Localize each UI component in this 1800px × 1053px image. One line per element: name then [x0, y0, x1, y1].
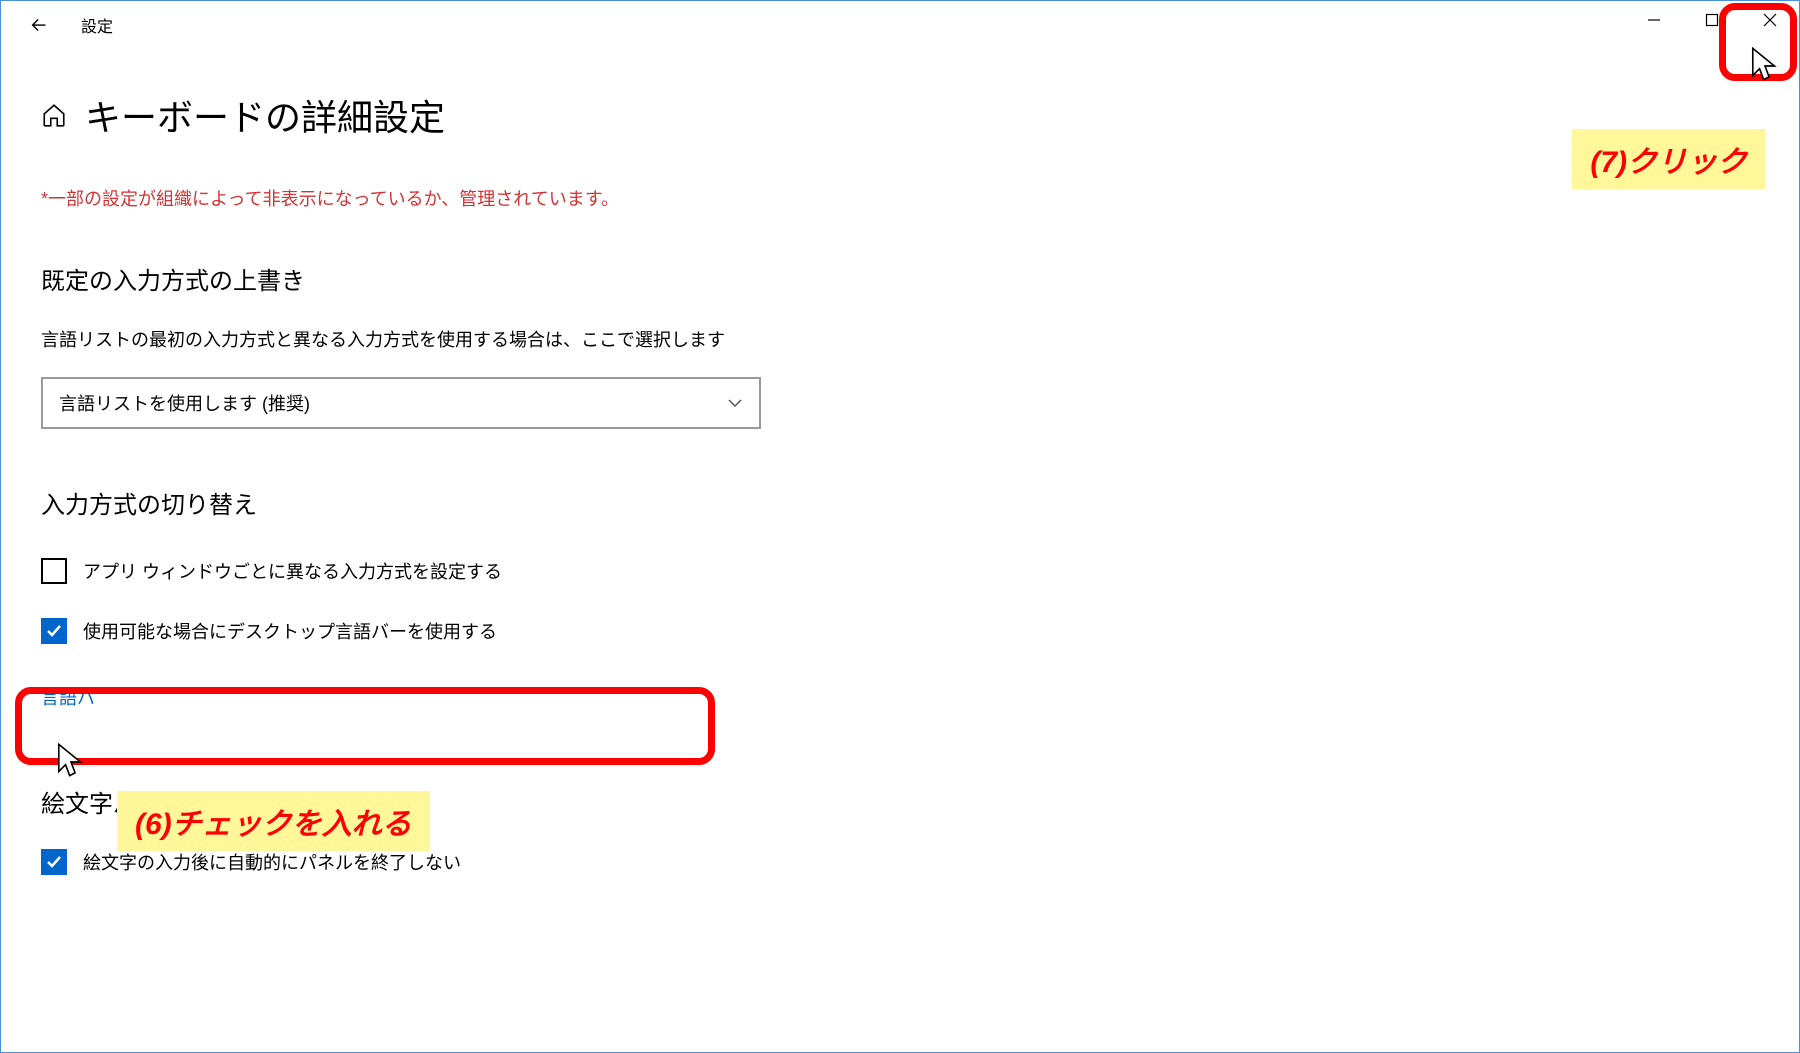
desktop-langbar-label: 使用可能な場合にデスクトップ言語バーを使用する	[83, 618, 497, 644]
switching-heading: 入力方式の切り替え	[41, 485, 1759, 520]
desktop-langbar-checkbox[interactable]	[41, 618, 67, 644]
emoji-autoclose-label: 絵文字の入力後に自動的にパネルを終了しない	[83, 849, 461, 875]
window-controls	[1625, 1, 1799, 39]
desktop-langbar-row: 使用可能な場合にデスクトップ言語バーを使用する	[41, 618, 1759, 644]
page-title: キーボードの詳細設定	[85, 89, 445, 141]
content-area: キーボードの詳細設定 *一部の設定が組織によって非表示になっているか、管理されて…	[1, 49, 1799, 875]
minimize-icon	[1647, 13, 1661, 27]
app-title: 設定	[81, 13, 113, 37]
close-button[interactable]	[1741, 1, 1799, 39]
chevron-down-icon	[727, 395, 743, 411]
dropdown-value: 言語リストを使用します (推奨)	[59, 390, 310, 416]
override-description: 言語リストの最初の入力方式と異なる入力方式を使用する場合は、ここで選択します	[41, 326, 771, 355]
minimize-button[interactable]	[1625, 1, 1683, 39]
back-button[interactable]	[19, 5, 59, 45]
emoji-autoclose-checkbox[interactable]	[41, 849, 67, 875]
per-app-input-checkbox[interactable]	[41, 558, 67, 584]
emoji-heading: 絵文字パネル	[41, 784, 1759, 819]
page-header: キーボードの詳細設定	[41, 89, 1759, 141]
emoji-autoclose-row: 絵文字の入力後に自動的にパネルを終了しない	[41, 849, 1759, 875]
arrow-left-icon	[28, 14, 50, 36]
maximize-button[interactable]	[1683, 1, 1741, 39]
titlebar: 設定	[1, 1, 1799, 49]
org-warning-text: *一部の設定が組織によって非表示になっているか、管理されています。	[41, 185, 1759, 211]
langbar-options-link[interactable]: 言語バ	[41, 684, 95, 710]
override-heading: 既定の入力方式の上書き	[41, 261, 1759, 296]
per-app-input-row: アプリ ウィンドウごとに異なる入力方式を設定する	[41, 558, 1759, 584]
maximize-icon	[1705, 13, 1719, 27]
default-input-dropdown[interactable]: 言語リストを使用します (推奨)	[41, 377, 761, 429]
home-button[interactable]	[41, 102, 67, 128]
home-icon	[41, 102, 67, 128]
close-icon	[1763, 13, 1777, 27]
per-app-input-label: アプリ ウィンドウごとに異なる入力方式を設定する	[83, 558, 502, 584]
